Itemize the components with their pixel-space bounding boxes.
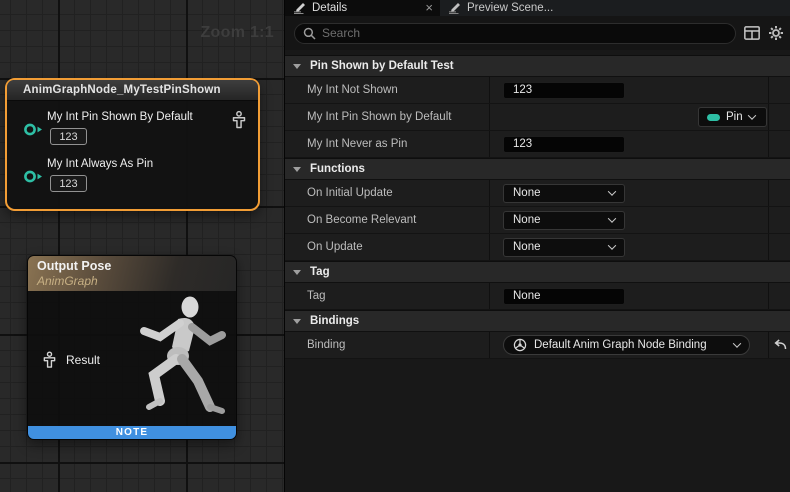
tab-details-label: Details [312,2,347,14]
pose-output-pin-icon[interactable] [231,110,247,130]
chevron-down-icon [608,241,616,249]
display-filter-icon[interactable] [744,26,760,40]
tab-preview-scene[interactable]: Preview Scene... [440,0,790,16]
pin-value-box[interactable]: 123 [50,128,87,145]
pin-label: My Int Pin Shown By Default [47,111,193,123]
my-int-not-shown-input[interactable] [503,82,625,99]
pose-input-pin-icon[interactable] [42,351,57,369]
node-subtitle: AnimGraph [37,274,236,288]
node-header[interactable]: Output Pose AnimGraph [28,256,236,291]
details-panel: Details × Preview Scene... [285,0,790,492]
on-initial-update-dropdown[interactable]: None [503,184,625,203]
property-list: Pin Shown by Default Test My Int Not Sho… [285,50,790,492]
search-toolbar [285,16,790,50]
chevron-down-icon [293,319,301,324]
preview-scene-tab-icon [448,2,461,14]
node-title: Output Pose [37,259,236,273]
chevron-down-icon [293,64,301,69]
property-label: Tag [285,283,490,309]
property-label: My Int Pin Shown by Default [285,104,490,130]
property-label: On Become Relevant [285,207,490,233]
tag-input[interactable] [503,288,625,305]
section-tag[interactable]: Tag [285,261,790,283]
property-row-my-int-never-as-pin: My Int Never as Pin [285,131,790,158]
chevron-down-icon [293,270,301,275]
property-row-my-int-not-shown: My Int Not Shown [285,77,790,104]
section-functions[interactable]: Functions [285,158,790,180]
pin-value-box[interactable]: 123 [50,175,87,192]
chevron-down-icon [747,111,755,119]
gear-icon[interactable] [768,25,784,41]
chevron-down-icon [293,167,301,172]
property-row-on-update: On Update None [285,234,790,261]
on-update-dropdown[interactable]: None [503,238,625,257]
tab-details[interactable]: Details × [285,0,440,16]
my-int-never-as-pin-input[interactable] [503,136,625,153]
node-header[interactable]: AnimGraphNode_MyTestPinShown [7,80,258,101]
result-pin-label: Result [66,353,100,367]
close-icon[interactable]: × [425,3,433,13]
on-become-relevant-dropdown[interactable]: None [503,211,625,230]
tab-preview-label: Preview Scene... [467,2,553,14]
binding-icon [513,338,527,352]
property-row-my-int-pin-shown-by-default: My Int Pin Shown by Default Pin [285,104,790,131]
property-label: On Update [285,234,490,260]
anim-graph-test-node[interactable]: AnimGraphNode_MyTestPinShown My Int Pin … [5,78,260,211]
property-label: On Initial Update [285,180,490,206]
property-label: Binding [285,332,490,358]
chevron-down-icon [608,214,616,222]
property-row-on-become-relevant: On Become Relevant None [285,207,790,234]
search-icon [303,27,316,40]
section-pin-shown-by-default-test[interactable]: Pin Shown by Default Test [285,55,790,77]
anim-graph-canvas[interactable]: Zoom 1:1 AnimGraphNode_MyTestPinShown My… [0,0,285,492]
property-row-on-initial-update: On Initial Update None [285,180,790,207]
property-label: My Int Not Shown [285,77,490,103]
reset-to-default-icon[interactable] [773,339,787,351]
search-box[interactable] [294,23,736,44]
property-label: My Int Never as Pin [285,131,490,157]
search-input[interactable] [322,26,731,40]
pin-label: My Int Always As Pin [47,158,153,170]
int-pin-icon[interactable] [23,170,45,183]
note-badge[interactable]: NOTE [28,426,236,439]
node-title: AnimGraphNode_MyTestPinShown [23,84,221,96]
property-row-tag: Tag [285,283,790,310]
property-row-binding: Binding Default Anim Graph Node Binding [285,332,790,359]
section-bindings[interactable]: Bindings [285,310,790,332]
mannequin-image [116,293,234,425]
pin-icon [707,114,720,121]
binding-dropdown[interactable]: Default Anim Graph Node Binding [503,335,750,355]
zoom-level-label: Zoom 1:1 [200,24,274,42]
chevron-down-icon [733,339,741,347]
output-pose-node[interactable]: Output Pose AnimGraph Result NOT [27,255,237,440]
int-pin-icon[interactable] [23,123,45,136]
tab-bar: Details × Preview Scene... [285,0,790,16]
details-tab-icon [293,2,306,14]
chevron-down-icon [608,187,616,195]
pin-mode-dropdown[interactable]: Pin [698,107,767,127]
